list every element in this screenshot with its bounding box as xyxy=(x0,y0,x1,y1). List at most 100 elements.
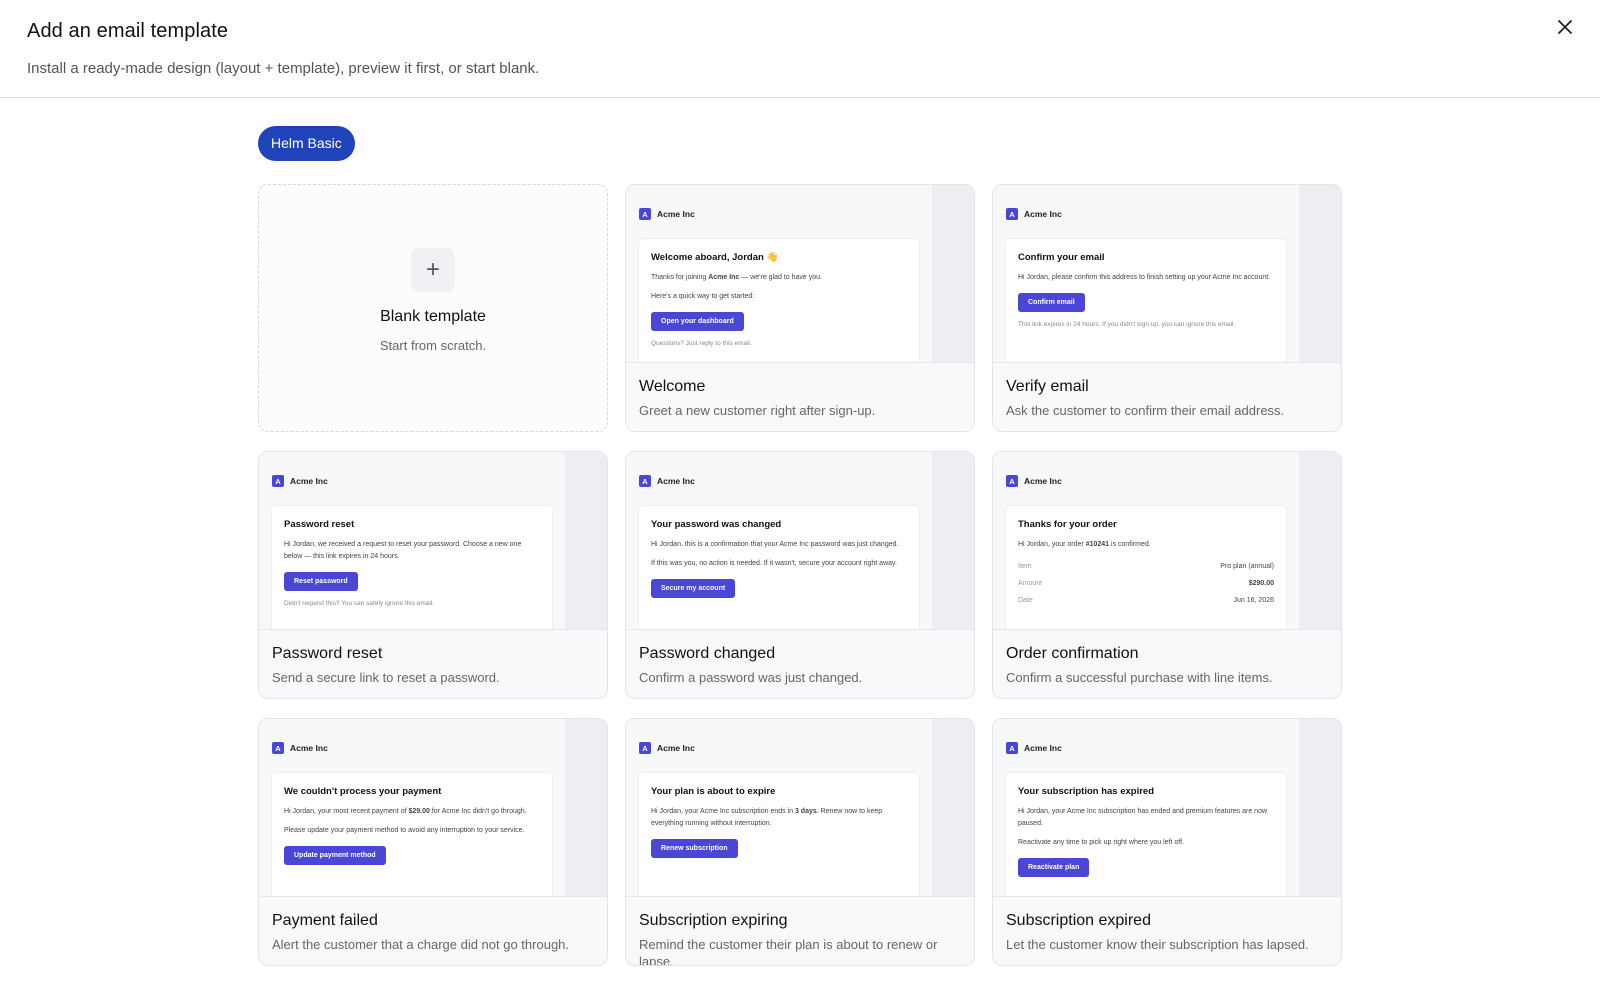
email-preview: Password reset Hi Jordan, we received a … xyxy=(272,506,552,629)
template-title: Verify email xyxy=(1006,378,1089,395)
template-card-password-reset[interactable]: A Acme Inc Password reset Hi Jordan, we r… xyxy=(258,451,608,699)
email-preview: Thanks for your order Hi Jordan, your or… xyxy=(1006,506,1286,629)
template-description: Ask the customer to confirm their email … xyxy=(1006,403,1285,418)
email-footer: Didn't request this? You can safely igno… xyxy=(284,600,435,607)
brand-name: Acme Inc xyxy=(657,209,695,219)
template-card-subscription-expiring[interactable]: A Acme Inc Your plan is about to expire H… xyxy=(625,718,975,966)
filter-chip-helm-basic[interactable]: Helm Basic xyxy=(258,126,355,161)
template-card-subscription-expired[interactable]: A Acme Inc Your subscription has expired … xyxy=(992,718,1342,966)
email-heading: Your password was changed xyxy=(651,519,782,530)
template-description: Greet a new customer right after sign-up… xyxy=(639,403,876,418)
email-cta-button: Open your dashboard xyxy=(651,312,744,331)
brand-logo-icon: A xyxy=(1006,742,1018,754)
modal-title: Add an email template xyxy=(27,20,229,42)
template-preview: A Acme Inc We couldn't process your payme… xyxy=(259,719,607,897)
email-text: Hi Jordan, please confirm this address t… xyxy=(1018,274,1271,281)
template-description: Confirm a password was just changed. xyxy=(639,670,863,685)
brand-name: Acme Inc xyxy=(1024,209,1062,219)
email-preview: Welcome aboard, Jordan 👋 Thanks for join… xyxy=(639,239,919,362)
brand-logo-icon: A xyxy=(639,742,651,754)
email-cta-button: Update payment method xyxy=(284,846,386,865)
email-heading: We couldn't process your payment xyxy=(284,786,442,797)
email-text: Here's a quick way to get started: xyxy=(651,293,755,300)
email-heading: Confirm your email xyxy=(1018,252,1105,263)
email-cta-button: Secure my account xyxy=(651,579,736,598)
template-card-password-changed[interactable]: A Acme Inc Your password was changed Hi J… xyxy=(625,451,975,699)
email-text: Hi Jordan, your Acme Inc subscription ha… xyxy=(1018,808,1268,827)
email-preview: Confirm your email Hi Jordan, please con… xyxy=(1006,239,1286,362)
blank-template-card[interactable]: + Blank template Start from scratch. xyxy=(258,184,608,432)
email-heading: Password reset xyxy=(284,519,355,530)
close-button[interactable] xyxy=(1552,14,1578,40)
template-preview: A Acme Inc Thanks for your order Hi Jorda… xyxy=(993,452,1341,630)
email-text: Hi Jordan, we received a request to rese… xyxy=(284,541,522,560)
email-text: Hi Jordan, your order #10241 is confirme… xyxy=(1018,541,1151,548)
template-card-welcome[interactable]: A Acme Inc Welcome aboard, Jordan 👋 Thank… xyxy=(625,184,975,432)
brand-name: Acme Inc xyxy=(657,476,695,486)
brand-logo-icon: A xyxy=(272,742,284,754)
plus-icon: + xyxy=(411,247,455,292)
brand: A Acme Inc xyxy=(272,742,328,754)
email-text: If this was you, no action is needed. If… xyxy=(651,560,897,567)
email-cta-button: Reactivate plan xyxy=(1018,858,1090,877)
brand: A Acme Inc xyxy=(1006,475,1062,487)
email-heading: Thanks for your order xyxy=(1018,519,1117,530)
brand: A Acme Inc xyxy=(639,208,695,220)
template-title: Payment failed xyxy=(272,912,378,929)
brand-logo-icon: A xyxy=(639,475,651,487)
email-heading: Your plan is about to expire xyxy=(651,786,776,797)
brand-logo-icon: A xyxy=(1006,208,1018,220)
brand: A Acme Inc xyxy=(1006,208,1062,220)
template-title: Subscription expiring xyxy=(639,912,788,929)
template-title: Password changed xyxy=(639,645,776,662)
brand: A Acme Inc xyxy=(639,742,695,754)
order-line-item: Amount $290.00 xyxy=(1018,580,1274,587)
email-text: Hi Jordan, this is a confirmation that y… xyxy=(651,541,899,548)
order-line-item: Date Jun 16, 2026 xyxy=(1018,597,1274,604)
template-description: Remind the customer their plan is about … xyxy=(639,937,938,966)
template-preview: A Acme Inc Password reset Hi Jordan, we r… xyxy=(259,452,607,630)
brand-name: Acme Inc xyxy=(290,476,328,486)
brand-name: Acme Inc xyxy=(657,743,695,753)
email-text: Reactivate any time to pick up right whe… xyxy=(1018,839,1185,846)
brand-name: Acme Inc xyxy=(1024,476,1062,486)
email-text: Please update your payment method to avo… xyxy=(284,827,525,834)
email-cta-button: Reset password xyxy=(284,572,358,591)
brand-logo-icon: A xyxy=(1006,475,1018,487)
brand: A Acme Inc xyxy=(272,475,328,487)
template-title: Welcome xyxy=(639,378,706,395)
email-preview: Your plan is about to expire Hi Jordan, … xyxy=(639,773,919,896)
template-card-verify-email[interactable]: A Acme Inc Confirm your email Hi Jordan, … xyxy=(992,184,1342,432)
email-cta-button: Renew subscription xyxy=(651,839,738,858)
email-cta-button: Confirm email xyxy=(1018,293,1085,312)
template-preview: A Acme Inc Confirm your email Hi Jordan, … xyxy=(993,185,1341,363)
template-title: Password reset xyxy=(272,645,383,662)
email-footer: Questions? Just reply to this email. xyxy=(651,340,752,347)
email-heading: Welcome aboard, Jordan 👋 xyxy=(651,252,779,263)
template-description: Send a secure link to reset a password. xyxy=(272,670,500,685)
blank-template-subtitle: Start from scratch. xyxy=(379,337,487,353)
email-text: Thanks for joining Acme Inc — we're glad… xyxy=(651,274,822,281)
template-preview: A Acme Inc Your plan is about to expire H… xyxy=(626,719,974,897)
brand-name: Acme Inc xyxy=(1024,743,1062,753)
email-heading: Your subscription has expired xyxy=(1018,786,1155,797)
template-title: Order confirmation xyxy=(1006,645,1139,662)
brand-logo-icon: A xyxy=(639,208,651,220)
template-preview: A Acme Inc Your subscription has expired … xyxy=(993,719,1341,897)
email-preview: We couldn't process your payment Hi Jord… xyxy=(272,773,552,896)
modal-subtitle: Install a ready-made design (layout + te… xyxy=(27,60,540,77)
email-preview: Your password was changed Hi Jordan, thi… xyxy=(639,506,919,629)
email-text: Hi Jordan, your most recent payment of $… xyxy=(284,808,527,815)
email-text: Hi Jordan, your Acme Inc subscription en… xyxy=(651,808,883,827)
modal-header: Add an email template Install a ready-ma… xyxy=(0,0,1600,98)
template-description: Alert the customer that a charge did not… xyxy=(272,937,570,952)
order-line-item: Item Pro plan (annual) xyxy=(1018,563,1274,570)
template-card-payment-failed[interactable]: A Acme Inc We couldn't process your payme… xyxy=(258,718,608,966)
template-preview: A Acme Inc Your password was changed Hi J… xyxy=(626,452,974,630)
email-preview: Your subscription has expired Hi Jordan,… xyxy=(1006,773,1286,896)
template-description: Confirm a successful purchase with line … xyxy=(1006,670,1273,685)
brand-name: Acme Inc xyxy=(290,743,328,753)
brand-logo-icon: A xyxy=(272,475,284,487)
template-card-order-confirmation[interactable]: A Acme Inc Thanks for your order Hi Jorda… xyxy=(992,451,1342,699)
close-icon xyxy=(1558,20,1572,34)
